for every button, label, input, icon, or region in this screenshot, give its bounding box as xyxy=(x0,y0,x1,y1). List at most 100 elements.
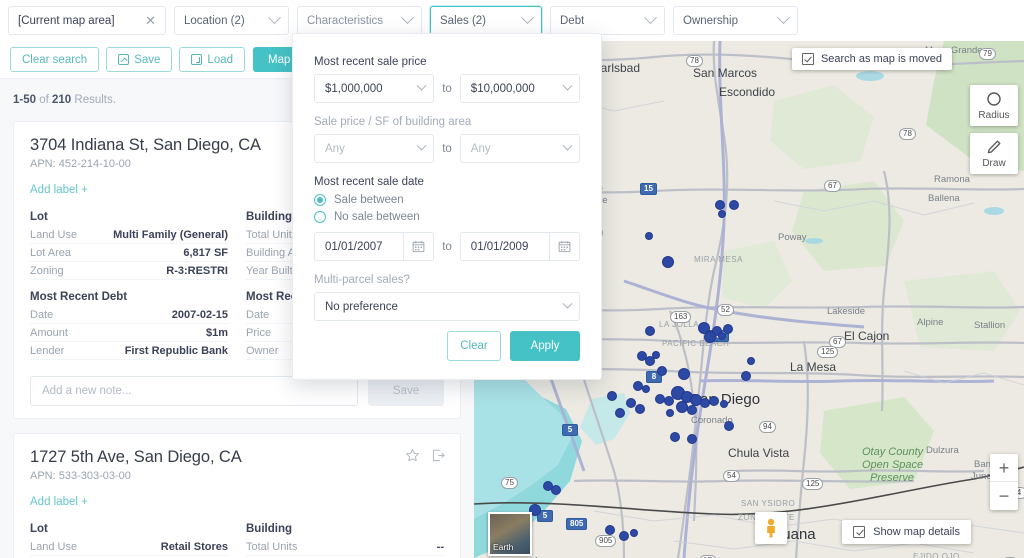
chevron-down-icon xyxy=(562,140,573,151)
map-label: Dulzura xyxy=(926,445,959,456)
highway-shield-icon: 94 xyxy=(759,421,776,433)
star-icon[interactable] xyxy=(405,448,420,463)
property-marker[interactable] xyxy=(662,256,674,268)
property-card[interactable]: 1727 5th Ave, San Diego, CA APN: 533-303… xyxy=(13,433,461,558)
psf-min-select[interactable]: Any xyxy=(314,134,435,163)
detail-row: Zoning R-3:RESTRI xyxy=(30,262,228,280)
range-separator: to xyxy=(442,82,452,95)
clear-filter-button[interactable]: Clear xyxy=(447,331,501,361)
property-marker[interactable] xyxy=(678,368,690,380)
clear-search-label: Clear search xyxy=(22,53,88,66)
map-zoom-controls[interactable]: + − xyxy=(990,454,1018,510)
detail-row: Amount $1m xyxy=(30,324,228,342)
highway-shield-icon: 125 xyxy=(817,346,839,358)
psf-min-value: Any xyxy=(325,142,345,155)
load-search-button[interactable]: Load xyxy=(179,47,246,72)
map-label: Ballena xyxy=(928,193,960,204)
draw-tool-button[interactable]: Draw xyxy=(970,133,1018,174)
property-marker[interactable] xyxy=(687,405,697,415)
filter-tab-debt[interactable]: Debt xyxy=(550,6,665,35)
earth-layer-switcher[interactable]: Earth Google xyxy=(488,512,546,558)
filter-tab-current-map-area[interactable]: [Current map area] ✕ xyxy=(8,6,166,35)
property-marker[interactable] xyxy=(687,434,697,444)
property-marker[interactable] xyxy=(657,366,667,376)
property-marker[interactable] xyxy=(724,421,734,431)
property-marker[interactable] xyxy=(747,357,755,365)
apply-filter-button[interactable]: Apply xyxy=(510,331,580,361)
property-marker[interactable] xyxy=(709,396,719,406)
street-view-pegman-button[interactable] xyxy=(755,512,787,544)
detail-key: Building A xyxy=(246,246,295,259)
detail-value: 2007-02-15 xyxy=(171,308,228,321)
property-marker[interactable] xyxy=(666,409,674,417)
earth-label: Earth xyxy=(493,542,514,552)
calendar-icon[interactable] xyxy=(549,233,579,260)
property-marker[interactable] xyxy=(626,398,636,408)
detail-row: Lot Area 6,817 SF xyxy=(30,244,228,262)
lot-heading: Lot xyxy=(30,211,48,223)
property-marker[interactable] xyxy=(720,400,728,408)
property-marker[interactable] xyxy=(652,351,660,359)
pegman-icon xyxy=(767,518,775,538)
filter-tab-ownership[interactable]: Ownership xyxy=(673,6,798,35)
property-marker[interactable] xyxy=(605,525,615,535)
property-marker[interactable] xyxy=(607,391,617,401)
property-marker[interactable] xyxy=(645,232,653,240)
export-icon[interactable] xyxy=(431,448,446,463)
radio-no-sale-between[interactable]: No sale between xyxy=(314,211,580,223)
filter-tab-sales[interactable]: Sales (2) xyxy=(430,6,542,35)
radio-sale-between[interactable]: Sale between xyxy=(314,194,580,206)
filter-tab-label: Ownership xyxy=(683,14,738,27)
filter-tab-characteristics[interactable]: Characteristics xyxy=(297,6,422,35)
property-marker[interactable] xyxy=(642,385,650,393)
search-as-map-is-moved-toggle[interactable]: Search as map is moved xyxy=(791,48,952,70)
property-marker[interactable] xyxy=(645,326,655,336)
sale-price-max-select[interactable]: $10,000,000 xyxy=(459,74,580,103)
multi-parcel-value: No preference xyxy=(325,300,398,313)
detail-key: Year Built xyxy=(246,264,293,277)
card-actions[interactable] xyxy=(405,448,446,463)
map-label: Open Space xyxy=(862,459,924,471)
property-marker[interactable] xyxy=(670,432,680,442)
property-marker[interactable] xyxy=(729,200,739,210)
add-label-button[interactable]: Add label + xyxy=(30,496,444,508)
property-marker[interactable] xyxy=(718,332,726,340)
detail-key: Owner xyxy=(246,344,279,357)
sale-price-min-select[interactable]: $1,000,000 xyxy=(314,74,435,103)
earth-thumbnail[interactable]: Earth xyxy=(488,512,532,556)
sale-price-min-value: $1,000,000 xyxy=(325,82,383,95)
filter-tab-location[interactable]: Location (2) xyxy=(174,6,289,35)
psf-max-select[interactable]: Any xyxy=(459,134,580,163)
sale-date-from-input[interactable]: 01/01/2007 xyxy=(314,232,435,261)
filter-tab-label: Characteristics xyxy=(307,14,384,27)
multi-parcel-select[interactable]: No preference xyxy=(314,292,580,321)
sale-date-to-input[interactable]: 01/01/2009 xyxy=(459,232,580,261)
radio-selected-icon xyxy=(314,194,326,206)
detail-value: First Republic Bank xyxy=(124,344,228,357)
new-note-placeholder: Add a new note... xyxy=(42,385,132,397)
clear-search-button[interactable]: Clear search xyxy=(10,47,100,72)
property-marker[interactable] xyxy=(619,531,629,541)
chevron-down-icon xyxy=(562,80,573,91)
property-marker[interactable] xyxy=(741,371,751,381)
property-marker[interactable] xyxy=(630,529,638,537)
zoom-out-button[interactable]: − xyxy=(990,482,1018,510)
property-marker[interactable] xyxy=(718,210,726,218)
property-marker[interactable] xyxy=(635,404,645,414)
zoom-in-button[interactable]: + xyxy=(990,454,1018,482)
building-heading: Building xyxy=(246,523,292,535)
property-marker[interactable] xyxy=(704,331,716,343)
new-note-input[interactable]: Add a new note... xyxy=(30,376,358,406)
radius-tool-button[interactable]: Radius xyxy=(970,85,1018,126)
property-marker[interactable] xyxy=(615,408,625,418)
property-marker[interactable] xyxy=(715,200,725,210)
draw-label: Draw xyxy=(982,158,1006,169)
calendar-icon[interactable] xyxy=(403,233,433,260)
highway-shield-icon: 15 xyxy=(640,183,657,195)
close-icon[interactable]: ✕ xyxy=(145,14,156,27)
property-marker[interactable] xyxy=(551,485,561,495)
detail-value: -- xyxy=(436,540,444,553)
show-map-details-toggle[interactable]: Show map details xyxy=(842,520,971,544)
save-search-button[interactable]: Save xyxy=(106,47,173,72)
save-note-button[interactable]: Save xyxy=(368,376,444,406)
